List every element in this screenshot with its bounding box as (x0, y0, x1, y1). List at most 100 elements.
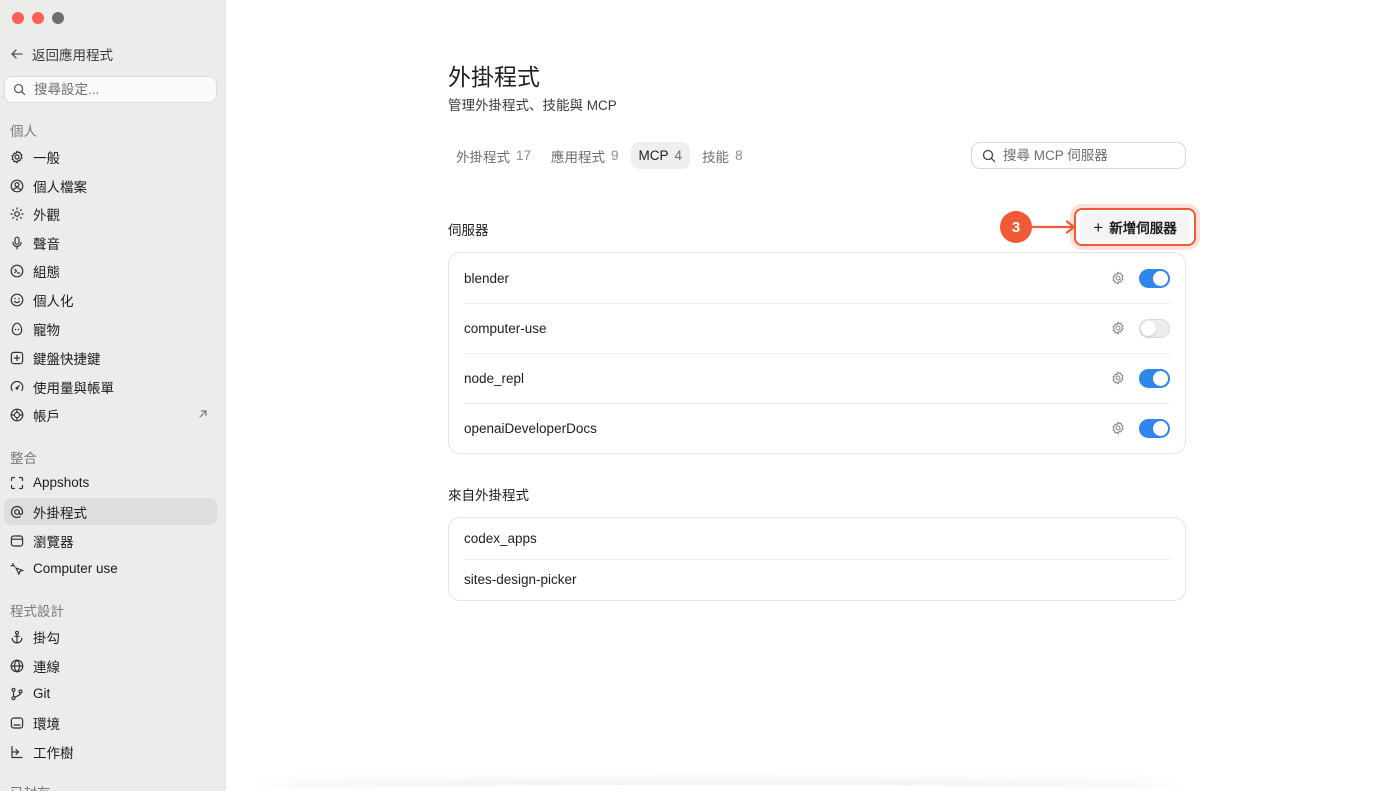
tab-plugins[interactable]: 外掛程式 17 (448, 142, 539, 169)
sidebar-item-worktrees[interactable]: 工作樹 (4, 738, 217, 765)
settings-search-input[interactable] (34, 82, 204, 97)
gear-icon (11, 150, 23, 163)
server-row: computer-use (449, 303, 1185, 353)
sidebar-item-plugins[interactable]: 外掛程式 (4, 498, 217, 525)
sidebar-item-label: 掛勾 (33, 630, 60, 646)
sidebar-item-computer-use[interactable]: Computer use (4, 555, 217, 582)
sidebar-item-label: 連線 (33, 659, 60, 675)
capture-icon (10, 476, 24, 489)
sidebar-item-appshots[interactable]: Appshots (4, 469, 217, 496)
sidebar-item-environments[interactable]: 環境 (4, 709, 217, 736)
server-name: blender (464, 270, 510, 286)
sidebar-item-browser[interactable]: 瀏覽器 (4, 527, 217, 554)
sidebar-item-git[interactable]: Git (4, 680, 217, 707)
gear-icon[interactable] (1111, 421, 1125, 435)
search-icon (982, 149, 996, 162)
plugin-server-row[interactable]: sites-design-picker (449, 559, 1185, 600)
server-toggle[interactable] (1139, 369, 1170, 388)
plugin-servers-list: codex_apps sites-design-picker (448, 517, 1186, 601)
worktree-icon (11, 745, 23, 758)
sidebar-item-profile[interactable]: 個人檔案 (4, 172, 217, 199)
plus-icon: + (1093, 217, 1104, 237)
sidebar-item-label: 外觀 (33, 207, 60, 223)
tab-count: 8 (735, 148, 743, 163)
tab-skills[interactable]: 技能 8 (694, 142, 751, 169)
sidebar-item-general[interactable]: 一般 (4, 143, 217, 170)
smile-icon (10, 293, 24, 306)
sidebar-item-sound[interactable]: 聲音 (4, 229, 217, 256)
gauge-icon (10, 380, 24, 391)
from-plugins-heading: 來自外掛程式 (448, 488, 529, 503)
close-window-button[interactable] (12, 12, 24, 24)
gear-icon[interactable] (1111, 271, 1125, 285)
settings-search[interactable] (4, 76, 217, 103)
bottom-edge-shadow (256, 785, 1180, 791)
back-label: 返回應用程式 (32, 48, 113, 63)
tab-bar: 外掛程式 17 應用程式 9 MCP 4 技能 8 (448, 142, 751, 169)
page-title: 外掛程式 (448, 64, 540, 90)
server-row: node_repl (449, 353, 1185, 403)
section-label-archived: 已封存 (10, 782, 51, 791)
search-icon (13, 83, 26, 96)
tab-mcp[interactable]: MCP 4 (630, 142, 691, 169)
browser-icon (10, 534, 24, 547)
sidebar-item-label: 鍵盤快捷鍵 (33, 351, 101, 367)
person-circle-icon (10, 179, 24, 192)
keyboard-icon (10, 351, 24, 364)
plugin-server-row[interactable]: codex_apps (449, 518, 1185, 559)
server-toggle[interactable] (1139, 269, 1170, 288)
sidebar-item-label: Git (33, 686, 51, 701)
zoom-window-button[interactable] (52, 12, 64, 24)
mcp-search-input[interactable] (1003, 148, 1173, 163)
sidebar-item-label: 帳戶 (33, 408, 60, 424)
git-branch-icon (11, 687, 23, 700)
sidebar-item-appearance[interactable]: 外觀 (4, 200, 217, 227)
external-link-icon (199, 410, 207, 418)
add-server-button[interactable]: + 新增伺服器 (1080, 213, 1190, 241)
tab-label: MCP (638, 148, 669, 163)
tab-label: 技能 (702, 149, 730, 165)
gear-icon[interactable] (1111, 321, 1125, 335)
server-toggle[interactable] (1139, 319, 1170, 338)
annotation-arrow-icon (1032, 220, 1076, 234)
section-label-personal: 個人 (10, 124, 37, 139)
arrow-left-icon (11, 49, 23, 59)
sidebar-item-label: 環境 (33, 716, 60, 732)
tab-label: 應用程式 (551, 149, 606, 165)
sidebar-item-usage-billing[interactable]: 使用量與帳單 (4, 373, 217, 400)
server-name: computer-use (464, 320, 547, 336)
config-icon (10, 264, 24, 277)
back-to-app-link[interactable]: 返回應用程式 (10, 44, 113, 64)
sidebar-item-label: 個人檔案 (33, 179, 87, 195)
sidebar-item-label: Appshots (33, 475, 90, 490)
microphone-icon (12, 236, 22, 249)
tab-apps[interactable]: 應用程式 9 (543, 142, 627, 169)
server-toggle[interactable] (1139, 419, 1170, 438)
main-content: 外掛程式 管理外掛程式、技能與 MCP 外掛程式 17 應用程式 9 MCP 4… (226, 0, 1400, 791)
section-label-coding: 程式設計 (10, 604, 64, 619)
sidebar-item-shortcuts[interactable]: 鍵盤快捷鍵 (4, 344, 217, 371)
page-subtitle: 管理外掛程式、技能與 MCP (448, 98, 617, 113)
globe-icon (10, 658, 24, 673)
sidebar-item-label: 一般 (33, 150, 60, 166)
add-server-label: 新增伺服器 (1109, 221, 1177, 236)
sidebar-item-hooks[interactable]: 掛勾 (4, 623, 217, 650)
servers-heading: 伺服器 (448, 223, 489, 238)
sidebar-item-account[interactable]: 帳戶 (4, 401, 217, 428)
sidebar-item-personalization[interactable]: 個人化 (4, 286, 217, 313)
sidebar-item-label: Computer use (33, 561, 118, 576)
minimize-window-button[interactable] (32, 12, 44, 24)
sidebar-item-label: 寵物 (33, 322, 60, 338)
server-row: openaiDeveloperDocs (449, 403, 1185, 453)
terminal-icon (10, 716, 24, 729)
mcp-server-search[interactable] (971, 142, 1186, 169)
gear-icon[interactable] (1111, 371, 1125, 385)
tab-label: 外掛程式 (456, 149, 510, 165)
account-icon (10, 408, 24, 421)
server-name: node_repl (464, 370, 525, 386)
sidebar-item-connections[interactable]: 連線 (4, 652, 217, 679)
sidebar-item-config[interactable]: 組態 (4, 257, 217, 284)
sidebar-item-pets[interactable]: 寵物 (4, 315, 217, 342)
anchor-icon (11, 630, 23, 644)
sidebar: 返回應用程式 個人 一般 個人檔案 外觀 聲音 組態 個人化 寵物 鍵盤快捷鍵 … (0, 0, 226, 791)
